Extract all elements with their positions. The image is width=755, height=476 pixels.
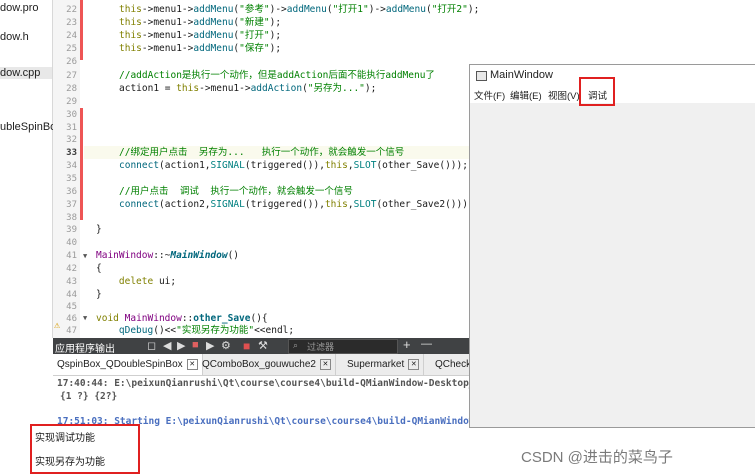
line-number: 30 [66,110,77,120]
code-line: } [96,224,102,235]
search-icon: ⌕ [293,340,299,350]
line-number: 25 [66,44,77,54]
file-item-header[interactable]: dow.h [0,31,29,43]
code-line: action1 = this->menu1->addAction("另存为...… [119,83,377,94]
line-number: 47 [66,326,77,336]
tab-qspinbox[interactable]: QspinBox_QDoubleSpinBox ✕ [53,354,203,375]
window-title: MainWindow [490,69,553,81]
tab-qcombobox[interactable]: QComboBox_gouwuche2 ✕ [198,354,336,375]
change-marker [80,108,83,220]
line-number: 37 [66,200,77,210]
run-icon[interactable]: ▶ [206,339,214,352]
previous-icon[interactable]: ◀ [163,339,171,352]
line-number: 34 [66,161,77,171]
watermark: CSDN @进击的菜鸟子 [521,449,673,466]
line-number: 23 [66,18,77,28]
line-number-gutter: 22 23 24 25 26 27 28 29 30 31 32 33 34 3… [53,0,80,338]
main-window: MainWindow 文件(F) 编辑(E) 视图(V) 调试 [469,64,755,428]
menu-file[interactable]: 文件(F) [474,88,505,102]
filter-input[interactable]: ⌕ 过滤器 [288,339,398,354]
highlight-box-menu [579,77,615,106]
output-line: {1 ?} {2?} [60,391,118,402]
file-item-cpp[interactable]: dow.cpp [0,67,52,79]
line-number: 22 [66,5,77,15]
code-line: this->menu1->addMenu("保存"); [119,43,282,54]
line-number: 38 [66,213,77,223]
line-number: 24 [66,31,77,41]
code-line: connect(action2,SIGNAL(triggered()),this… [119,199,474,210]
output-panel-label: 应用程序输出 [55,344,115,355]
code-line: delete ui; [118,276,177,287]
stop-red-icon[interactable]: ■ [243,339,250,353]
line-number: 43 [66,277,77,287]
line-number: 29 [66,97,77,107]
line-number: 35 [66,174,77,184]
code-comment: //绑定用户点击 另存为... 执行一个动作，就会触发一个信号 [119,147,405,158]
line-number: 45 [66,302,77,312]
minus-button[interactable]: — [421,338,432,350]
line-number: 36 [66,187,77,197]
code-line: this->menu1->addMenu("参考")->addMenu("打开1… [119,4,480,15]
close-icon[interactable]: ✕ [186,358,198,370]
line-number: 27 [66,71,77,81]
line-number: 44 [66,290,77,300]
close-icon[interactable]: ✕ [319,358,331,370]
code-comment: //用户点击 调试 执行一个动作，就会触发一个信号 [119,186,353,197]
next-icon[interactable]: ▶ [177,339,185,352]
line-number: 42 [66,264,77,274]
line-number: 26 [66,57,77,67]
clear-output-icon[interactable]: ◻ [147,339,156,352]
output-line: 17:40:44: E:\peixunQianrushi\Qt\course\c… [57,378,481,389]
line-number: 32 [66,135,77,145]
code-line: } [96,289,102,300]
line-number: 31 [66,123,77,133]
line-number: 46 [66,314,77,324]
fold-arrow-icon[interactable]: ▼ [83,252,87,260]
app-icon [476,71,487,81]
code-line: this->menu1->addMenu("打开"); [119,30,282,41]
line-number: 28 [66,84,77,94]
settings-icon[interactable]: ⚒ [258,339,268,352]
code-line: connect(action1,SIGNAL(triggered()),this… [119,160,468,171]
project-file-tree: dow.pro dow.h dow.cpp ubleSpinBox [0,0,62,338]
menu-edit[interactable]: 编辑(E) [510,88,542,102]
code-line: void MainWindow::other_Save(){ [96,313,268,324]
file-item-pro[interactable]: dow.pro [0,2,39,14]
close-icon[interactable]: ✕ [408,358,420,370]
code-line: this->menu1->addMenu("新建"); [119,17,282,28]
menu-view[interactable]: 视图(V) [548,88,580,102]
attach-debugger-icon[interactable]: ⚙ [221,339,231,352]
code-line: { [96,263,102,274]
code-line: MainWindow::~MainWindow() [96,250,240,261]
line-number: 39 [66,225,77,235]
stop-icon[interactable]: ■ [192,339,199,351]
code-comment: //addAction是执行一个动作，但是addAction后面不能执行addM… [119,70,435,81]
plus-button[interactable]: + [403,337,411,352]
line-number-current: 33 [66,148,77,158]
change-marker [80,0,83,60]
warning-icon: ⚠ [54,320,61,331]
filter-placeholder: 过滤器 [307,342,335,352]
highlight-box-output [30,424,140,474]
line-number: 41 [66,251,77,261]
fold-arrow-icon[interactable]: ▼ [83,314,87,322]
line-number: 40 [66,238,77,248]
code-line: qDebug()<<"实现另存为功能"<<endl; [118,325,295,336]
tab-supermarket[interactable]: Supermarket ✕ [343,354,425,375]
